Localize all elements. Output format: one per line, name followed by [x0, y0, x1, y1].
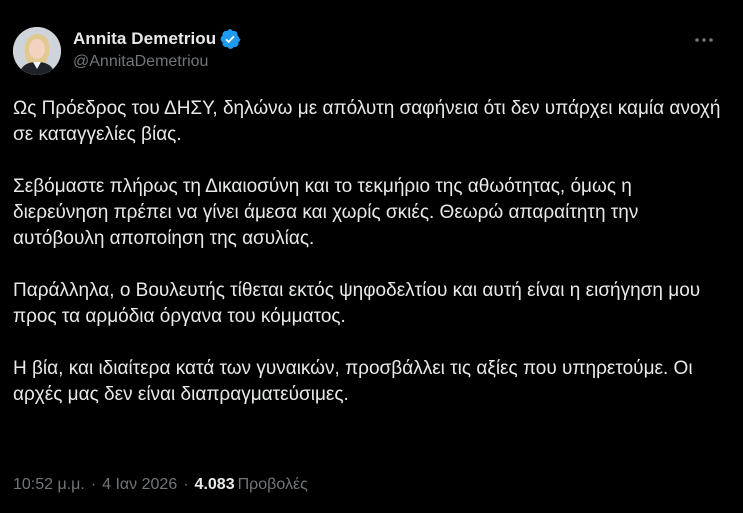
views-count[interactable]: 4.083	[195, 476, 235, 493]
tweet-date[interactable]: 4 Ιαν 2026	[102, 476, 177, 493]
tweet-header: Annita Demetriou @AnnitaDemetriou	[13, 25, 727, 79]
author-handle[interactable]: @AnnitaDemetriou	[73, 53, 241, 71]
verified-badge-icon[interactable]	[219, 28, 241, 50]
meta-separator: ·	[183, 476, 189, 493]
tweet-paragraph: Παράλληλα, ο Βουλευτής τίθεται εκτός ψηφ…	[13, 280, 701, 327]
tweet-card: Annita Demetriou @AnnitaDemetriou Ως Πρό…	[0, 0, 743, 513]
tweet-time[interactable]: 10:52 μ.μ.	[13, 476, 85, 493]
views-label: Προβολές	[237, 476, 308, 493]
avatar-image	[13, 27, 61, 75]
name-row: Annita Demetriou	[73, 28, 241, 50]
tweet-paragraph: Ως Πρόεδρος του ΔΗΣΥ, δηλώνω με απόλυτη …	[13, 98, 721, 145]
author-info: Annita Demetriou @AnnitaDemetriou	[73, 28, 241, 71]
tweet-paragraph: Σεβόμαστε πλήρως τη Δικαιοσύνη και το τε…	[13, 176, 639, 249]
tweet-text: Ως Πρόεδρος του ΔΗΣΥ, δηλώνω με απόλυτη …	[13, 96, 725, 408]
more-options-button[interactable]	[689, 27, 719, 53]
more-options-icon	[695, 38, 713, 42]
author-display-name[interactable]: Annita Demetriou	[73, 29, 216, 49]
tweet-paragraph: Η βία, και ιδιαίτερα κατά των γυναικών, …	[13, 358, 693, 405]
avatar[interactable]	[13, 27, 61, 75]
tweet-metadata: 10:52 μ.μ. · 4 Ιαν 2026 · 4.083 Προβολές	[13, 476, 308, 494]
meta-separator: ·	[90, 476, 97, 493]
